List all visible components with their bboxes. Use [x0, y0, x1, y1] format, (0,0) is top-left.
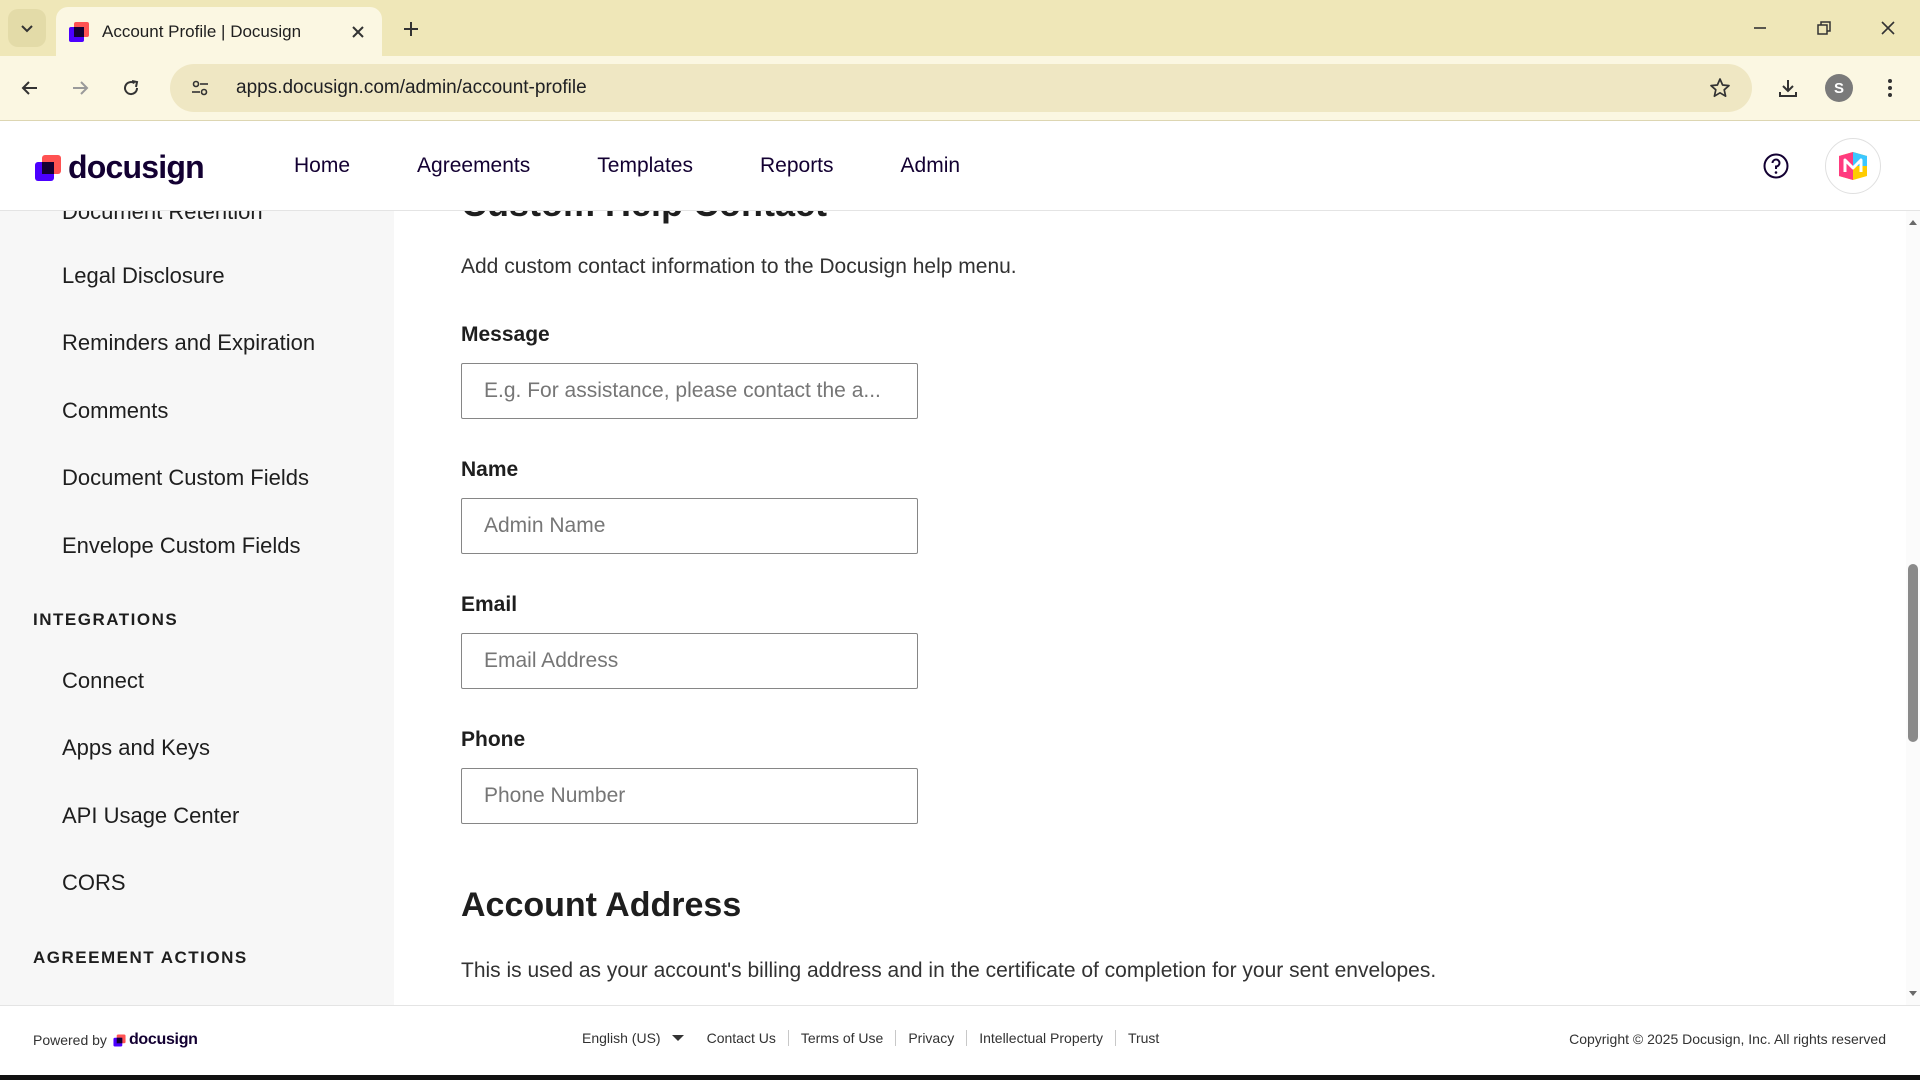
help-icon[interactable]	[1762, 152, 1790, 180]
footer-link-privacy[interactable]: Privacy	[895, 1030, 966, 1046]
footer-link-trust[interactable]: Trust	[1114, 1030, 1171, 1046]
nav-templates[interactable]: Templates	[597, 154, 693, 178]
footer-link-terms-of-use[interactable]: Terms of Use	[787, 1030, 895, 1046]
custom-help-description: Add custom contact information to the Do…	[461, 255, 1017, 278]
footer-docusign-logo: docusign	[113, 1031, 198, 1049]
admin-sidebar: Document Retention Legal Disclosure Remi…	[0, 211, 394, 1005]
profile-avatar: S	[1825, 74, 1853, 102]
name-input[interactable]	[461, 498, 918, 554]
nav-admin[interactable]: Admin	[901, 154, 961, 178]
page-footer: Powered by docusign English (US) Contact…	[0, 1005, 1920, 1075]
nav-reports[interactable]: Reports	[760, 154, 834, 178]
phone-input[interactable]	[461, 768, 918, 824]
reload-icon	[124, 80, 139, 96]
forward-button[interactable]	[62, 70, 98, 106]
logo-text: docusign	[68, 149, 205, 185]
sidebar-item-document-custom-fields[interactable]: Document Custom Fields	[62, 465, 309, 491]
restore-icon	[1817, 21, 1831, 35]
scrollbar-thumb[interactable]	[1908, 564, 1918, 742]
close-tab-icon[interactable]	[346, 20, 370, 44]
account-profile-content: Custom Help Contact Add custom contact i…	[394, 211, 1906, 1005]
nav-agreements[interactable]: Agreements	[417, 154, 530, 178]
account-address-description: This is used as your account's billing a…	[461, 959, 1437, 982]
sidebar-item-envelope-custom-fields[interactable]: Envelope Custom Fields	[62, 533, 300, 559]
phone-label: Phone	[461, 728, 526, 751]
nav-home[interactable]: Home	[294, 154, 350, 178]
sidebar-item-comments[interactable]: Comments	[62, 398, 168, 424]
powered-by-text: Powered by	[33, 1032, 107, 1048]
sidebar-item-document-retention[interactable]: Document Retention	[62, 211, 263, 225]
footer-logo-text: docusign	[128, 1031, 198, 1048]
page-scrollbar[interactable]	[1906, 211, 1920, 1005]
email-input[interactable]	[461, 633, 918, 689]
main-navigation: Home Agreements Templates Reports Admin	[294, 121, 1027, 211]
chevron-down-icon	[21, 25, 33, 33]
arrow-left-icon	[21, 81, 37, 95]
profile-button[interactable]: S	[1821, 70, 1857, 106]
plus-icon	[404, 22, 418, 36]
footer-link-contact-us[interactable]: Contact Us	[707, 1030, 788, 1046]
tab-search-button[interactable]	[8, 9, 46, 47]
language-label: English (US)	[582, 1030, 661, 1046]
browser-tabstrip: Account Profile | Docusign	[0, 0, 1920, 56]
language-selector[interactable]: English (US)	[582, 1030, 685, 1046]
sidebar-item-legal-disclosure[interactable]: Legal Disclosure	[62, 263, 225, 289]
scroll-down-arrow-icon[interactable]	[1908, 989, 1918, 999]
sidebar-item-apps-and-keys[interactable]: Apps and Keys	[62, 735, 210, 761]
docusign-logo-small-icon	[113, 1033, 126, 1047]
browser-menu-button[interactable]	[1872, 70, 1908, 106]
sidebar-item-reminders-expiration[interactable]: Reminders and Expiration	[62, 330, 315, 356]
sidebar-heading-agreement-actions: AGREEMENT ACTIONS	[33, 948, 248, 967]
tab-title: Account Profile | Docusign	[102, 21, 302, 41]
custom-help-contact-title: Custom Help Contact	[461, 211, 827, 225]
browser-toolbar: apps.docusign.com/admin/account-profile …	[0, 56, 1920, 121]
app-header: docusign Home Agreements Templates Repor…	[0, 121, 1920, 211]
copyright-text: Copyright © 2025 Docusign, Inc. All righ…	[1569, 1031, 1886, 1047]
caret-down-icon	[671, 1035, 684, 1041]
window-bottom-edge	[0, 1075, 1920, 1080]
scroll-up-arrow-icon[interactable]	[1908, 217, 1918, 227]
more-vert-icon	[1888, 79, 1892, 97]
sidebar-heading-integrations: INTEGRATIONS	[33, 610, 179, 629]
minimize-icon	[1754, 27, 1766, 29]
browser-tab-active[interactable]: Account Profile | Docusign	[56, 7, 382, 56]
address-bar[interactable]: apps.docusign.com/admin/account-profile	[170, 64, 1752, 112]
new-tab-button[interactable]	[396, 14, 426, 44]
downloads-button[interactable]	[1770, 70, 1806, 106]
account-logo-icon	[1839, 152, 1867, 180]
sidebar-item-connect[interactable]: Connect	[62, 668, 144, 694]
name-label: Name	[461, 458, 519, 481]
powered-by: Powered by docusign	[33, 1031, 198, 1049]
close-window-button[interactable]	[1868, 10, 1908, 46]
docusign-favicon-icon	[68, 21, 90, 43]
bookmark-star-icon[interactable]	[1700, 68, 1740, 108]
docusign-logo[interactable]: docusign	[34, 149, 205, 186]
account-address-title: Account Address	[461, 886, 742, 924]
restore-window-button[interactable]	[1804, 10, 1844, 46]
message-input[interactable]	[461, 363, 918, 419]
sidebar-item-cors[interactable]: CORS	[62, 870, 126, 896]
docusign-logo-icon	[34, 154, 62, 182]
download-icon	[1779, 80, 1797, 97]
footer-link-intellectual-property[interactable]: Intellectual Property	[966, 1030, 1115, 1046]
footer-links: English (US) Contact Us Terms of Use Pri…	[582, 1030, 1171, 1046]
email-label: Email	[461, 593, 518, 616]
reload-button[interactable]	[113, 70, 149, 106]
site-settings-icon[interactable]	[178, 66, 222, 110]
back-button[interactable]	[12, 70, 48, 106]
message-label: Message	[461, 323, 550, 346]
account-avatar[interactable]	[1825, 138, 1881, 194]
arrow-right-icon	[73, 81, 89, 95]
sidebar-item-api-usage-center[interactable]: API Usage Center	[62, 803, 239, 829]
close-icon	[1881, 21, 1895, 35]
address-url[interactable]: apps.docusign.com/admin/account-profile	[236, 77, 1700, 99]
minimize-window-button[interactable]	[1740, 10, 1780, 46]
